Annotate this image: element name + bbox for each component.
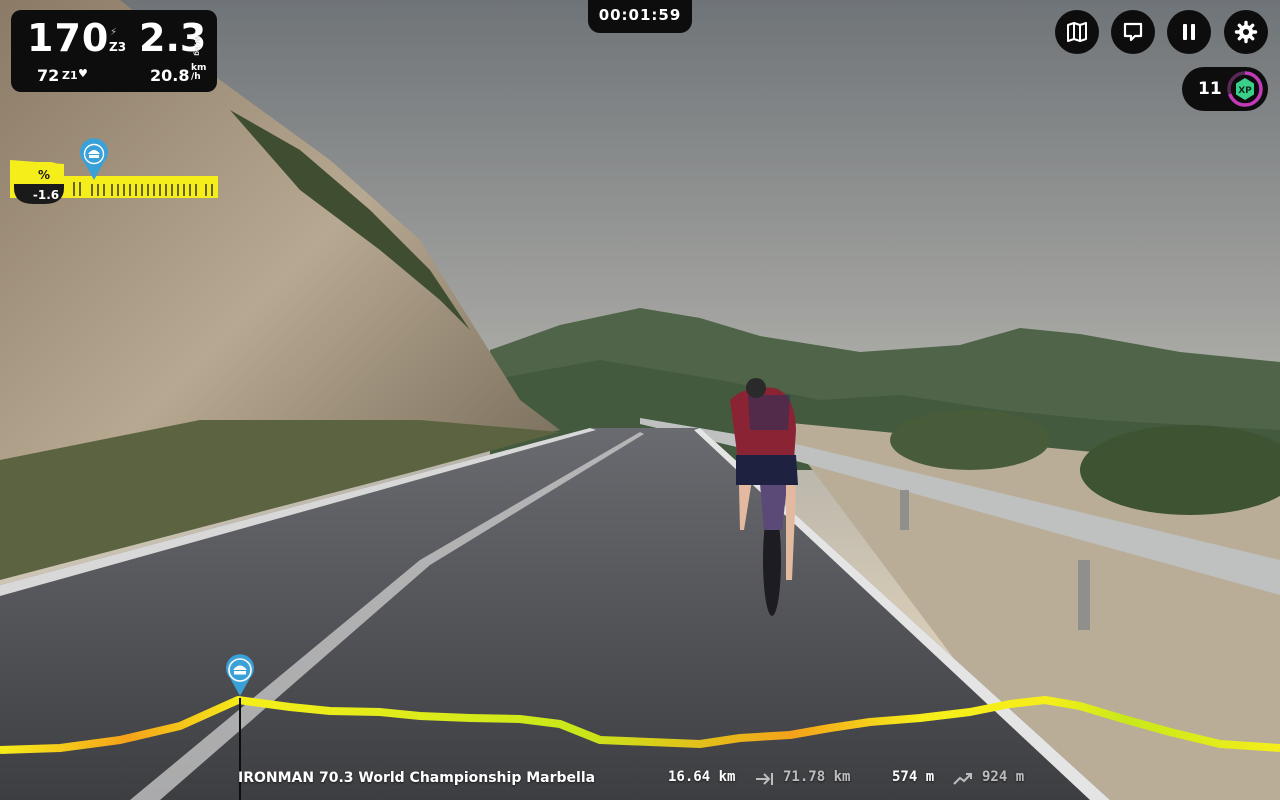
elevation-total: 924 m — [982, 769, 1025, 785]
elevation-done: 574 m — [892, 769, 935, 785]
route-name: IRONMAN 70.3 World Championship Marbella — [238, 770, 596, 786]
speed-unit-bottom: /h — [191, 72, 201, 82]
xp-value: 11 — [1198, 79, 1222, 99]
gradient-value: -1.6 — [33, 188, 59, 202]
elevation-profile — [0, 654, 1280, 800]
wkg-unit: W/kg — [193, 36, 201, 56]
heart-icon: ♥ — [78, 67, 88, 80]
map-icon — [1067, 22, 1087, 42]
pause-button[interactable] — [1167, 10, 1211, 54]
xp-badge-icon: XP — [1227, 71, 1263, 107]
gradient-symbol: % — [38, 168, 50, 182]
heart-rate-value: 72 — [37, 66, 60, 85]
elevation-gain-icon — [953, 773, 972, 785]
gear-icon — [1234, 20, 1258, 44]
heart-rate-zone: Z1 — [62, 69, 78, 82]
power-zone: Z3 — [109, 40, 127, 54]
power-value: 170 — [27, 16, 110, 60]
current-position-marker — [226, 654, 255, 696]
map-button[interactable] — [1055, 10, 1099, 54]
distance-done: 16.64 km — [668, 769, 736, 785]
ride-timer: 00:01:59 — [588, 0, 692, 33]
settings-button[interactable] — [1224, 10, 1268, 54]
ride-metrics-panel: 170 ⚡ Z3 2.3 W/kg 72 Z1 ♥ 20.8 km /h — [11, 10, 217, 92]
xp-counter[interactable]: 11 XP — [1182, 67, 1268, 111]
gradient-widget: % -1.6 — [10, 138, 218, 204]
xp-label: XP — [1238, 86, 1252, 96]
arrow-to-finish-icon — [756, 773, 773, 785]
distance-total: 71.78 km — [783, 769, 851, 785]
rider-position-marker — [79, 138, 109, 180]
speed-value: 20.8 — [150, 66, 190, 85]
pause-icon — [1183, 24, 1195, 40]
speed-unit: km /h — [191, 64, 206, 82]
lightning-icon: ⚡ — [110, 27, 118, 38]
chat-button[interactable] — [1111, 10, 1155, 54]
chat-icon — [1123, 22, 1143, 42]
